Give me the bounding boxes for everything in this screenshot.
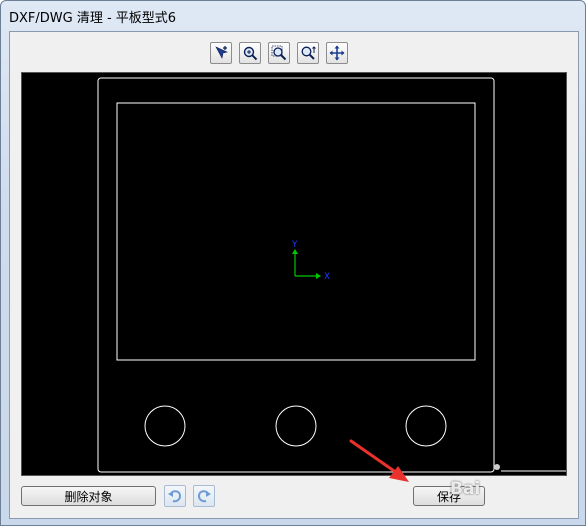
delete-objects-button[interactable]: 删除对象 [21,486,156,506]
redo-button[interactable] [193,485,215,507]
zoom-realtime-icon [243,46,258,61]
redo-icon [197,490,211,503]
window-title: DXF/DWG 清理 - 平板型式6 [9,11,177,26]
zoom-window-button[interactable] [268,42,290,64]
dialog-client-area: Y X 删除对象 保存 [9,31,579,519]
zoom-extents-button[interactable] [297,42,319,64]
ucs-x-label: X [324,272,330,282]
undo-button[interactable] [164,485,186,507]
drawing-canvas[interactable]: Y X [21,72,567,476]
hole-center [275,405,317,447]
undo-icon [168,490,182,503]
zoom-realtime-button[interactable] [239,42,261,64]
move-button[interactable] [326,42,348,64]
ucs-y-label: Y [291,240,298,250]
ucs-x-arrow [316,273,321,279]
hole-left [144,405,186,447]
zoom-window-icon [271,45,287,61]
pan-select-button[interactable] [210,42,232,64]
dxf-cleanup-window: DXF/DWG 清理 - 平板型式6 Y X 删除对象 保存 Bai [0,0,586,526]
outer-panel-outline [97,77,495,473]
ucs-icon: Y X [291,240,330,282]
watermark: Bai [450,479,481,499]
title-bar[interactable]: DXF/DWG 清理 - 平板型式6 [1,1,585,29]
hole-right [405,405,447,447]
view-toolbar [210,42,348,66]
zoom-extents-icon [301,46,316,60]
cad-drawing: Y X [97,77,566,473]
inner-panel-outline [116,102,476,361]
move-icon [329,45,345,61]
pan-select-icon [215,46,228,59]
